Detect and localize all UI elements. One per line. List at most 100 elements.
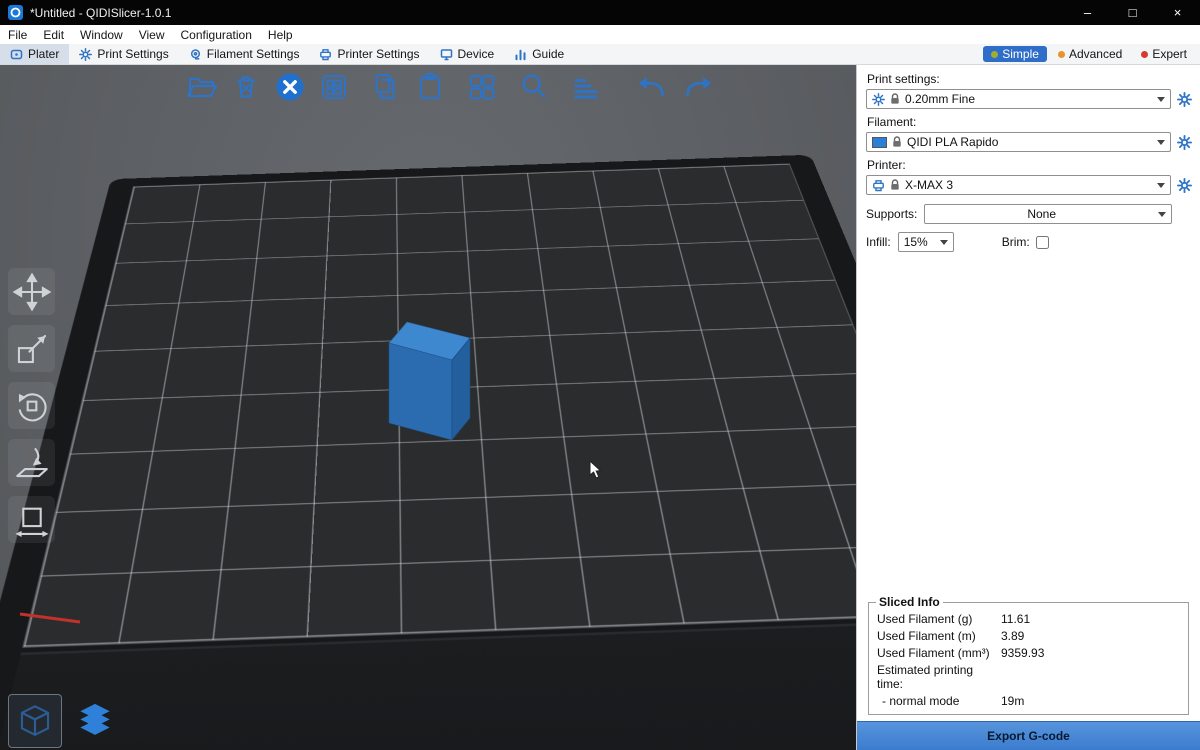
menu-help[interactable]: Help — [260, 25, 301, 44]
print-settings-combo[interactable]: 0.20mm Fine — [866, 89, 1171, 109]
gear-icon — [1177, 135, 1192, 150]
menu-configuration[interactable]: Configuration — [173, 25, 260, 44]
delete-all-icon — [273, 70, 307, 104]
split-icon — [465, 70, 499, 104]
filament-color-swatch — [872, 137, 887, 148]
filament-combo[interactable]: QIDI PLA Rapido — [866, 132, 1171, 152]
search-button[interactable] — [517, 70, 551, 104]
brim-checkbox[interactable] — [1036, 236, 1049, 249]
tab-plater[interactable]: Plater — [0, 44, 69, 64]
tab-filament-settings[interactable]: Filament Settings — [179, 44, 310, 64]
settings-panel: Print settings: 0.20mm Fine Filament: QI… — [856, 65, 1200, 750]
tab-printer-settings[interactable]: Printer Settings — [309, 44, 429, 64]
print-bed — [0, 147, 856, 750]
trash-icon — [229, 70, 263, 104]
place-on-face-tool-button[interactable] — [8, 439, 55, 486]
rotate-tool-button[interactable] — [8, 382, 55, 429]
filament-gear-button[interactable] — [1176, 134, 1192, 150]
3d-viewport[interactable] — [0, 65, 856, 750]
mouse-cursor — [590, 461, 600, 478]
view-toggles — [8, 694, 122, 748]
copy-button[interactable] — [369, 70, 403, 104]
sliced-info-row: - normal mode19m — [873, 692, 1184, 709]
preview-view-button[interactable] — [68, 694, 122, 748]
open-file-button[interactable] — [185, 70, 219, 104]
brim-label: Brim: — [1002, 235, 1030, 249]
paste-icon — [413, 70, 447, 104]
editor-cube-icon — [13, 699, 57, 743]
chevron-down-icon — [940, 240, 948, 245]
mode-advanced[interactable]: Advanced — [1050, 46, 1130, 62]
infill-label: Infill: — [866, 235, 891, 249]
menu-window[interactable]: Window — [72, 25, 131, 44]
tab-print-settings[interactable]: Print Settings — [69, 44, 178, 64]
scale-icon — [12, 329, 52, 369]
delete-button[interactable] — [229, 70, 263, 104]
menu-file[interactable]: File — [0, 25, 35, 44]
layer-height-button[interactable] — [569, 70, 603, 104]
redo-icon — [681, 69, 715, 105]
minimize-button-icon[interactable]: – — [1065, 0, 1110, 25]
move-tool-button[interactable] — [8, 268, 55, 315]
delete-all-button[interactable] — [273, 70, 307, 104]
chevron-down-icon — [1158, 212, 1166, 217]
search-icon — [517, 69, 551, 105]
monitor-icon — [440, 48, 453, 61]
sliced-info-row: Used Filament (g)11.61 — [873, 610, 1184, 627]
menu-edit[interactable]: Edit — [35, 25, 72, 44]
split-objects-button[interactable] — [465, 70, 499, 104]
move-icon — [12, 272, 52, 312]
guide-icon — [514, 48, 527, 61]
mode-expert[interactable]: Expert — [1133, 46, 1195, 62]
lock-icon — [892, 136, 902, 148]
editor-view-button[interactable] — [8, 694, 62, 748]
bed-frame-front — [0, 620, 856, 750]
title-bar: *Untitled - QIDISlicer-1.0.1 – □ × — [0, 0, 1200, 25]
scale-tool-button[interactable] — [8, 325, 55, 372]
flatten-icon — [12, 443, 52, 483]
measure-icon — [12, 500, 52, 540]
gear-icon — [872, 93, 885, 106]
sliced-info-title: Sliced Info — [876, 595, 943, 609]
sliced-info-box: Sliced Info Used Filament (g)11.61 Used … — [868, 595, 1189, 715]
expert-mode-dot-icon — [1141, 51, 1148, 58]
preview-layers-icon — [73, 699, 117, 743]
redo-button[interactable] — [681, 70, 715, 104]
printer-gear-button[interactable] — [1176, 177, 1192, 193]
model-cube[interactable] — [389, 322, 470, 440]
print-settings-gear-button[interactable] — [1176, 91, 1192, 107]
chevron-down-icon — [1157, 140, 1165, 145]
supports-combo[interactable]: None — [924, 204, 1172, 224]
plater-toolbar — [185, 70, 715, 104]
supports-label: Supports: — [866, 207, 917, 221]
close-button-icon[interactable]: × — [1155, 0, 1200, 25]
infill-combo[interactable]: 15% — [898, 232, 954, 252]
lock-icon — [890, 179, 900, 191]
arrange-button[interactable] — [317, 70, 351, 104]
print-settings-label: Print settings: — [867, 72, 1192, 86]
printer-label: Printer: — [867, 158, 1192, 172]
sliced-info-row: Used Filament (mm³)9359.93 — [873, 644, 1184, 661]
tab-device[interactable]: Device — [430, 44, 505, 64]
window-title: *Untitled - QIDISlicer-1.0.1 — [30, 6, 171, 20]
export-gcode-button[interactable]: Export G-code — [857, 721, 1200, 750]
plater-icon — [10, 48, 23, 61]
panel-spacer — [866, 255, 1192, 595]
menu-view[interactable]: View — [131, 25, 173, 44]
arrange-icon — [317, 70, 351, 104]
gear-icon — [1177, 92, 1192, 107]
tab-guide[interactable]: Guide — [504, 44, 574, 64]
maximize-button-icon[interactable]: □ — [1110, 0, 1155, 25]
rotate-icon — [12, 386, 52, 426]
sliced-info-row: Estimated printing time: — [873, 661, 1184, 692]
mode-simple[interactable]: Simple — [983, 46, 1047, 62]
simple-mode-dot-icon — [991, 51, 998, 58]
printer-combo[interactable]: X-MAX 3 — [866, 175, 1171, 195]
tab-bar: Plater Print Settings Filament Settings … — [0, 44, 1200, 65]
menu-bar: File Edit Window View Configuration Help — [0, 25, 1200, 44]
bed-origin-axis — [20, 614, 80, 622]
paste-button[interactable] — [413, 70, 447, 104]
undo-button[interactable] — [635, 70, 669, 104]
open-folder-icon — [185, 70, 219, 104]
measure-tool-button[interactable] — [8, 496, 55, 543]
